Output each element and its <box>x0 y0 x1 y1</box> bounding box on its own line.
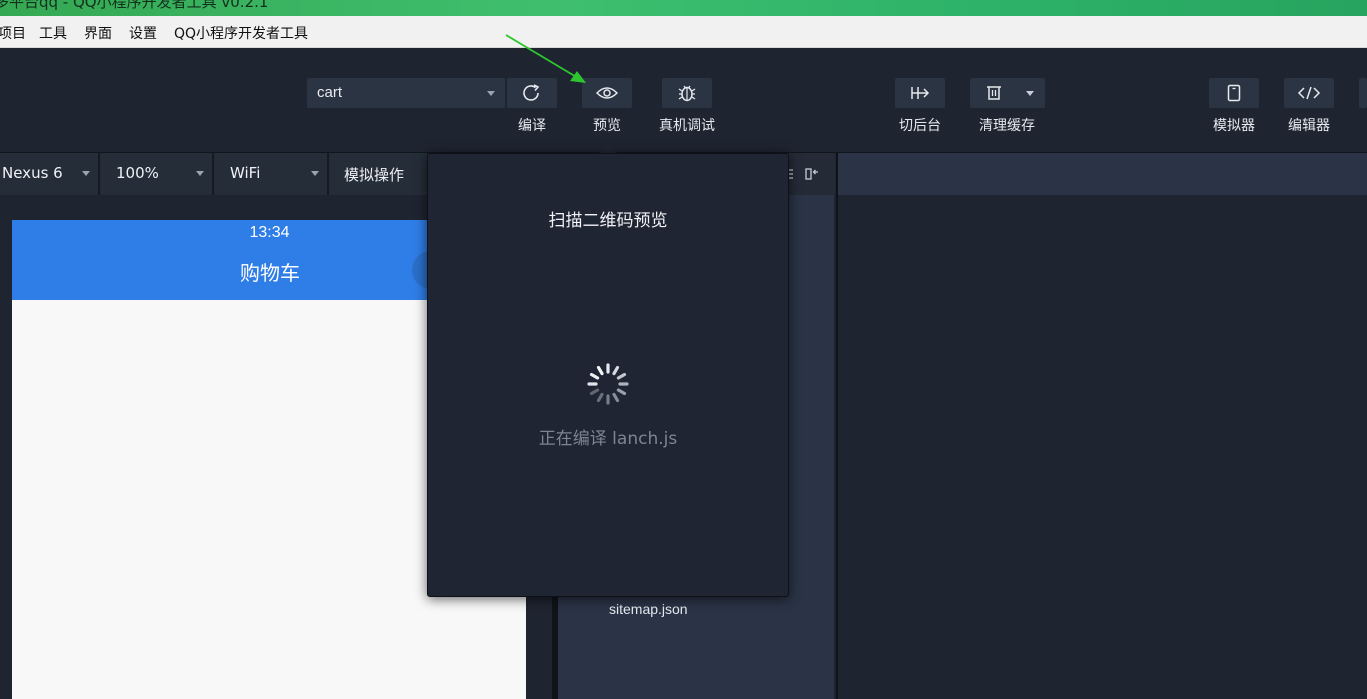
switch-background-label: 切后台 <box>899 118 941 134</box>
zoom-select[interactable]: 100% <box>101 153 214 195</box>
main-toolbar: cart 编译 预览 真机调试 切后台 清理缓存 模拟器 编辑器 <box>0 48 1367 153</box>
chevron-down-icon <box>487 91 495 96</box>
simulator-toggle-button[interactable] <box>1209 78 1259 108</box>
chevron-down-icon <box>196 171 204 176</box>
clear-cache-label: 清理缓存 <box>979 118 1035 134</box>
popup-title: 扫描二维码预览 <box>548 211 668 231</box>
window-title: 多平台qq - QQ小程序开发者工具 v0.2.1 <box>0 0 269 11</box>
trash-icon <box>987 86 1001 100</box>
switch-background-button[interactable] <box>895 78 945 108</box>
device-value: Nexus 6 <box>2 164 63 182</box>
editor-label: 编辑器 <box>1288 118 1330 134</box>
code-icon <box>1297 86 1321 100</box>
editor-toggle-button[interactable] <box>1284 78 1334 108</box>
menu-item-interface[interactable]: 界面 <box>84 23 112 43</box>
zoom-value: 100% <box>116 164 159 182</box>
chevron-down-icon[interactable] <box>1026 91 1034 96</box>
compile-label: 编译 <box>518 118 546 134</box>
simulate-operation-value: 模拟操作 <box>344 166 405 184</box>
device-select[interactable]: Nexus 6 <box>0 153 100 195</box>
window-titlebar: 多平台qq - QQ小程序开发者工具 v0.2.1 <box>0 0 1367 16</box>
annotation-arrow-icon <box>505 34 586 83</box>
simulator-label: 模拟器 <box>1213 118 1255 134</box>
loading-spinner-icon <box>587 363 629 405</box>
chevron-down-icon <box>311 171 319 176</box>
status-bar-time: 13:34 <box>249 224 290 241</box>
switch-background-icon <box>911 87 930 99</box>
menu-item-project[interactable]: 项目 <box>0 23 26 43</box>
network-select[interactable]: WiFi <box>215 153 329 195</box>
collapse-panel-icon[interactable] <box>804 166 820 182</box>
page-title: 购物车 <box>240 261 300 285</box>
editor-tab-bar <box>836 153 1367 195</box>
remote-debug-label: 真机调试 <box>659 118 715 134</box>
menu-bar: 项目 工具 界面 设置 QQ小程序开发者工具 <box>0 16 1367 48</box>
compile-page-select[interactable]: cart <box>307 78 505 108</box>
menu-item-settings[interactable]: 设置 <box>129 23 157 43</box>
editor-area[interactable] <box>836 195 1367 699</box>
simulate-operation-select[interactable]: 模拟操作 <box>330 153 427 195</box>
bug-icon <box>678 85 696 102</box>
network-value: WiFi <box>230 164 261 182</box>
preview-label: 预览 <box>593 118 621 134</box>
compile-status-text: 正在编译 lanch.js <box>538 429 678 449</box>
phone-icon <box>1227 84 1241 102</box>
menu-item-qq-devtools[interactable]: QQ小程序开发者工具 <box>174 23 308 43</box>
chevron-down-icon <box>82 171 90 176</box>
preview-qrcode-popup: 扫描二维码预览 正在编译 lanch.js <box>427 153 789 597</box>
remote-debug-button[interactable] <box>662 78 712 108</box>
menu-item-tools[interactable]: 工具 <box>39 23 67 43</box>
file-tree-item[interactable]: sitemap.json <box>609 601 688 617</box>
clear-cache-button[interactable] <box>970 78 1045 108</box>
debugger-toggle-button[interactable] <box>1359 78 1367 108</box>
compile-page-value: cart <box>317 84 343 101</box>
